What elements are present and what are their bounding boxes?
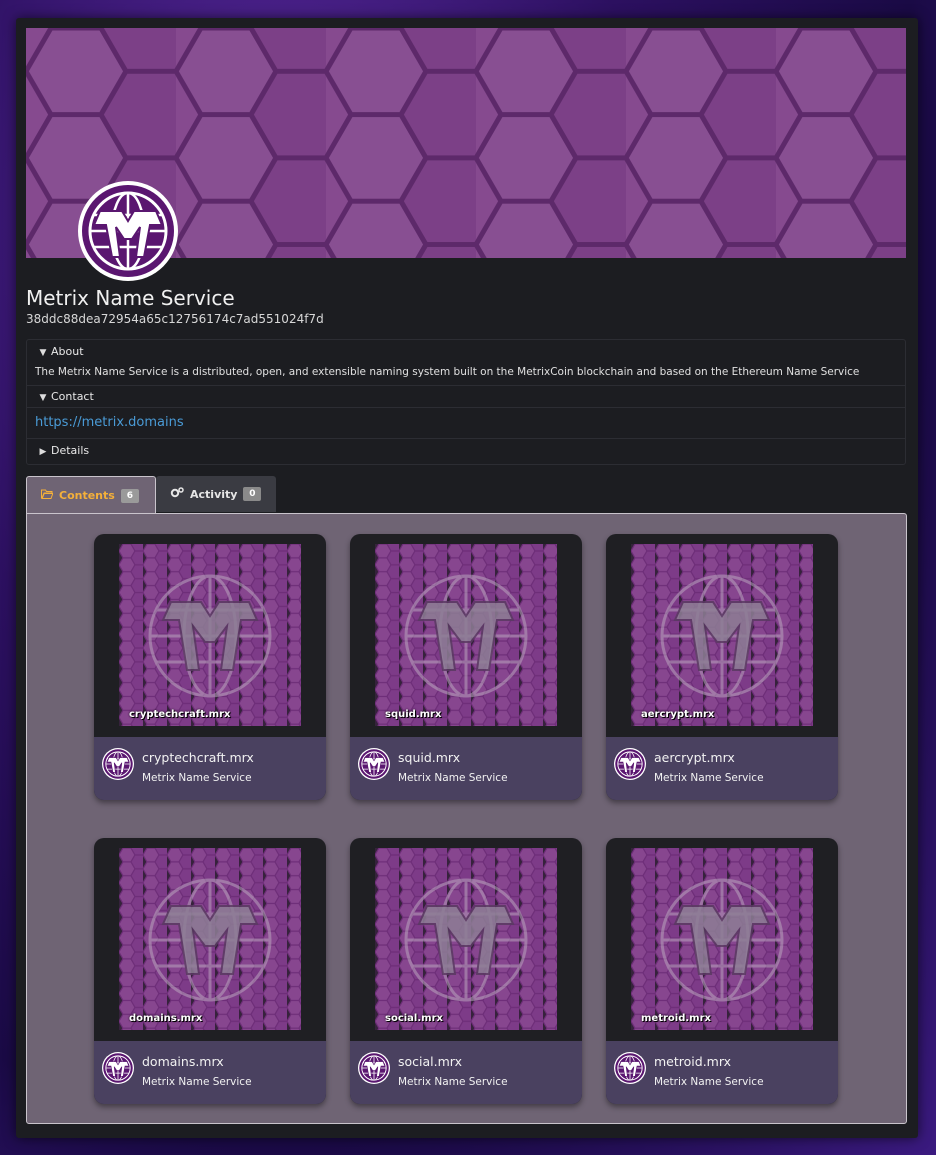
contact-label: Contact <box>51 390 94 403</box>
profile-container: Metrix Name Service 38ddc88dea72954a65c1… <box>16 18 918 1138</box>
nft-thumbnail: metroid.mrx <box>631 848 813 1030</box>
tab-bar: Contents 6 Activity 0 <box>26 476 906 514</box>
caret-down-icon: ▼ <box>39 393 47 403</box>
item-owner: Metrix Name Service <box>654 772 764 784</box>
divider <box>27 407 905 408</box>
tab-contents[interactable]: Contents 6 <box>26 476 156 514</box>
nft-thumbnail: squid.mrx <box>375 544 557 726</box>
item-name: social.mrx <box>398 1054 462 1069</box>
about-label: About <box>51 345 84 358</box>
info-accordion: ▼ About The Metrix Name Service is a dist… <box>26 339 906 465</box>
item-name: cryptechcraft.mrx <box>142 750 254 765</box>
owner-avatar <box>358 748 390 780</box>
card-footer: metroid.mrx Metrix Name Service <box>606 1041 838 1104</box>
item-owner: Metrix Name Service <box>654 1076 764 1088</box>
count-badge: 6 <box>120 488 139 503</box>
nft-card[interactable]: domains.mrx domains.mrx Metrix Name Serv… <box>94 838 326 1104</box>
nft-card[interactable]: metroid.mrx metroid.mrx Metrix Name Serv… <box>606 838 838 1104</box>
owner-avatar <box>102 748 134 780</box>
item-owner: Metrix Name Service <box>142 1076 252 1088</box>
thumbnail-label: aercrypt.mrx <box>641 709 715 720</box>
tab-contents-label: Contents <box>59 489 115 502</box>
count-badge: 0 <box>243 487 262 501</box>
thumbnail-label: squid.mrx <box>385 709 442 720</box>
contact-toggle[interactable]: ▼ Contact <box>35 390 913 403</box>
nft-card[interactable]: aercrypt.mrx aercrypt.mrx Metrix Name Se… <box>606 534 838 800</box>
item-owner: Metrix Name Service <box>142 772 252 784</box>
contact-link[interactable]: https://metrix.domains <box>35 415 913 430</box>
page-title: Metrix Name Service <box>26 286 235 310</box>
details-toggle[interactable]: ▶ Details <box>35 444 913 457</box>
about-text: The Metrix Name Service is a distributed… <box>35 366 860 378</box>
card-footer: aercrypt.mrx Metrix Name Service <box>606 737 838 800</box>
divider <box>27 438 905 439</box>
item-name: squid.mrx <box>398 750 461 765</box>
nft-thumbnail: domains.mrx <box>119 848 301 1030</box>
item-name: domains.mrx <box>142 1054 224 1069</box>
item-owner: Metrix Name Service <box>398 1076 508 1088</box>
nft-thumbnail: social.mrx <box>375 848 557 1030</box>
nft-thumbnail: aercrypt.mrx <box>631 544 813 726</box>
nft-card[interactable]: social.mrx social.mrx Metrix Name Servic… <box>350 838 582 1104</box>
caret-right-icon: ▶ <box>39 447 47 457</box>
owner-avatar <box>614 748 646 780</box>
card-footer: domains.mrx Metrix Name Service <box>94 1041 326 1104</box>
contents-panel: cryptechcraft.mrx cryptechcraft.mrx Metr… <box>26 513 907 1124</box>
card-footer: squid.mrx Metrix Name Service <box>350 737 582 800</box>
thumbnail-label: social.mrx <box>385 1013 443 1024</box>
card-footer: cryptechcraft.mrx Metrix Name Service <box>94 737 326 800</box>
item-name: aercrypt.mrx <box>654 750 735 765</box>
caret-down-icon: ▼ <box>39 348 47 358</box>
details-label: Details <box>51 444 90 457</box>
owner-avatar <box>102 1052 134 1084</box>
wallet-address: 38ddc88dea72954a65c12756174c7ad551024f7d <box>26 312 324 326</box>
owner-avatar <box>614 1052 646 1084</box>
owner-avatar <box>358 1052 390 1084</box>
nft-card[interactable]: cryptechcraft.mrx cryptechcraft.mrx Metr… <box>94 534 326 800</box>
thumbnail-label: metroid.mrx <box>641 1013 711 1024</box>
tab-activity-label: Activity <box>190 487 238 501</box>
item-name: metroid.mrx <box>654 1054 732 1069</box>
folder-open-icon <box>41 489 54 502</box>
nft-thumbnail: cryptechcraft.mrx <box>119 544 301 726</box>
profile-avatar <box>78 181 178 281</box>
divider <box>27 385 905 386</box>
thumbnail-label: domains.mrx <box>129 1013 203 1024</box>
tab-activity[interactable]: Activity 0 <box>156 476 276 512</box>
nft-card[interactable]: squid.mrx squid.mrx Metrix Name Service <box>350 534 582 800</box>
thumbnail-label: cryptechcraft.mrx <box>129 709 231 720</box>
cogs-icon <box>170 487 184 501</box>
card-footer: social.mrx Metrix Name Service <box>350 1041 582 1104</box>
item-owner: Metrix Name Service <box>398 772 508 784</box>
about-toggle[interactable]: ▼ About <box>35 345 913 358</box>
